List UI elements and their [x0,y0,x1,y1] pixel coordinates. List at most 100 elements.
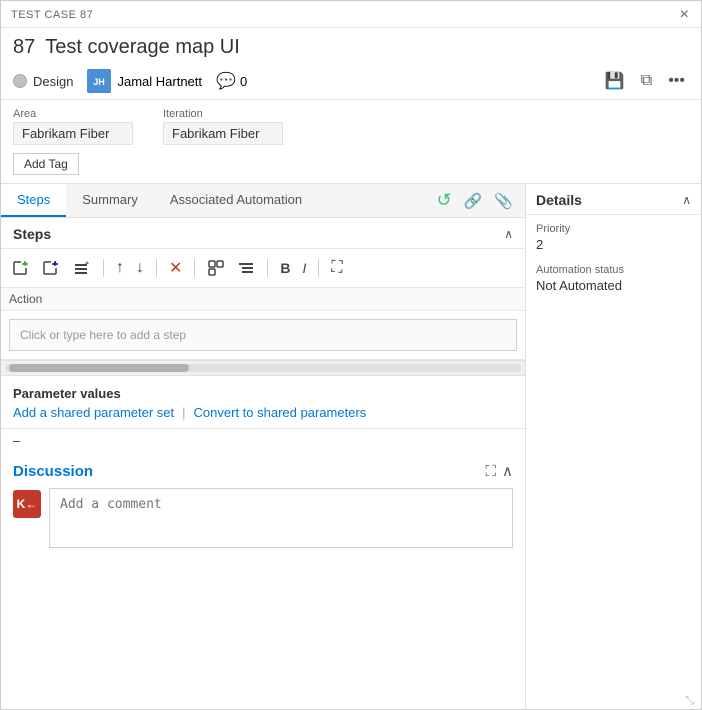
automation-status-item: Automation status Not Automated [526,256,701,297]
link-icon-button[interactable]: 🔗 [460,190,487,212]
assignee-block[interactable]: JH Jamal Hartnett [87,69,202,93]
move-up-button[interactable]: ↑ [112,256,128,280]
area-label: Area [13,108,133,120]
toolbar-actions: 💾 ⧉ ••• [601,69,689,93]
status-label: Design [33,74,73,89]
status-dot [13,74,27,88]
shared-step-icon [43,259,61,277]
automation-status-value: Not Automated [536,278,691,293]
priority-label: Priority [536,223,691,235]
comment-count: 0 [240,74,247,89]
left-panel: Steps Summary Associated Automation ↺ 🔗 … [1,184,526,709]
attach-icon-button[interactable]: 📎 [490,190,517,212]
fullscreen-button[interactable]: ⛶ [327,256,346,280]
comment-icon: 💬 [216,71,236,91]
iteration-value[interactable]: Fabrikam Fiber [163,122,283,145]
toolbar-separator-2 [156,259,157,277]
tab-associated-automation[interactable]: Associated Automation [154,184,318,217]
toolbar-separator-3 [194,259,195,277]
insert-icon [73,259,91,277]
discussion-expand-button[interactable]: ⛶ [486,463,497,480]
parameter-values-section: Parameter values Add a shared parameter … [1,376,525,429]
scrollbar-thumb [9,364,189,372]
insert-step-button[interactable] [69,256,95,280]
shared-params-button[interactable] [203,256,229,280]
bold-button[interactable]: B [276,257,294,279]
svg-text:JH: JH [94,77,106,87]
title-bar: TEST CASE 87 × [1,1,701,28]
add-step-input[interactable]: Click or type here to add a step [9,319,517,351]
details-title: Details [536,192,582,208]
toolbar-row: Design JH Jamal Hartnett 💬 0 💾 ⧉ ••• [1,65,701,100]
details-header: Details ∧ [526,184,701,215]
discussion-actions: ⛶ ∧ [486,462,514,480]
add-tag-button[interactable]: Add Tag [13,153,79,175]
tab-steps[interactable]: Steps [1,184,66,217]
work-item-number: 87 [13,36,35,59]
add-shared-param-link[interactable]: Add a shared parameter set [13,405,174,420]
tabs-row: Steps Summary Associated Automation ↺ 🔗 … [1,184,525,218]
tag-row: Add Tag [1,149,701,183]
right-panel: Details ∧ Priority 2 Automation status N… [526,184,701,709]
close-button[interactable]: × [678,7,691,23]
delete-step-button[interactable]: ✕ [165,255,186,281]
main-area: Steps Summary Associated Automation ↺ 🔗 … [1,183,701,709]
steps-toolbar: ↑ ↓ ✕ [1,249,525,288]
toolbar-separator-5 [318,259,319,277]
add-step-row[interactable]: Click or type here to add a step [1,311,525,360]
discussion-collapse-button[interactable]: ∧ [502,462,513,480]
minus-dash: – [1,429,525,452]
copy-button[interactable]: ⧉ [637,70,656,92]
status-badge[interactable]: Design [13,74,73,89]
add-shared-step-button[interactable] [39,256,65,280]
more-button[interactable]: ••• [664,70,689,92]
comment-avatar: K← [13,490,41,518]
area-value[interactable]: Fabrikam Fiber [13,122,133,145]
avatar-img: JH [87,69,111,93]
details-collapse-button[interactable]: ∧ [682,193,691,207]
iteration-label: Iteration [163,108,283,120]
param-title: Parameter values [13,386,513,401]
work-item-name: Test coverage map UI [45,36,240,59]
work-item-title-row: 87 Test coverage map UI [1,28,701,65]
toolbar-separator-1 [103,259,104,277]
param-links: Add a shared parameter set | Convert to … [13,405,513,420]
title-bar-label: TEST CASE 87 [11,9,93,21]
steps-header: Steps ∧ [1,218,525,249]
resize-handle[interactable]: ⤡ [685,693,697,705]
italic-button[interactable]: I [299,257,311,279]
indent-icon [237,259,255,277]
move-down-button[interactable]: ↓ [132,256,148,280]
steps-column-action-header: Action [1,288,525,311]
steps-collapse-button[interactable]: ∧ [504,227,513,241]
toolbar-separator-4 [267,259,268,277]
automation-status-label: Automation status [536,264,691,276]
tab-summary[interactable]: Summary [66,184,154,217]
discussion-header: Discussion ⛶ ∧ [13,462,513,480]
add-step-icon [13,259,31,277]
main-window: TEST CASE 87 × 87 Test coverage map UI D… [0,0,702,710]
steps-panel: Steps ∧ [1,218,525,709]
comment-input[interactable] [49,488,513,548]
iteration-field-group: Iteration Fabrikam Fiber [163,108,283,145]
comment-area: K← [13,488,513,548]
assignee-name: Jamal Hartnett [117,74,202,89]
shared-params-icon [207,259,225,277]
steps-title: Steps [13,226,51,242]
add-step-button[interactable] [9,256,35,280]
save-button[interactable]: 💾 [601,69,629,93]
indent-button[interactable] [233,256,259,280]
tab-actions: ↺ 🔗 📎 [425,188,525,213]
convert-shared-link[interactable]: Convert to shared parameters [194,405,367,420]
area-field-group: Area Fabrikam Fiber [13,108,133,145]
param-separator: | [182,405,185,420]
discussion-section: Discussion ⛶ ∧ K← [1,452,525,709]
priority-item: Priority 2 [526,215,701,256]
priority-value: 2 [536,237,691,252]
refresh-icon-button[interactable]: ↺ [433,188,456,213]
discussion-title: Discussion [13,463,93,480]
steps-scrollbar[interactable] [1,360,525,376]
avatar: JH [87,69,111,93]
comment-badge[interactable]: 💬 0 [216,71,247,91]
scrollbar-track [5,364,521,372]
